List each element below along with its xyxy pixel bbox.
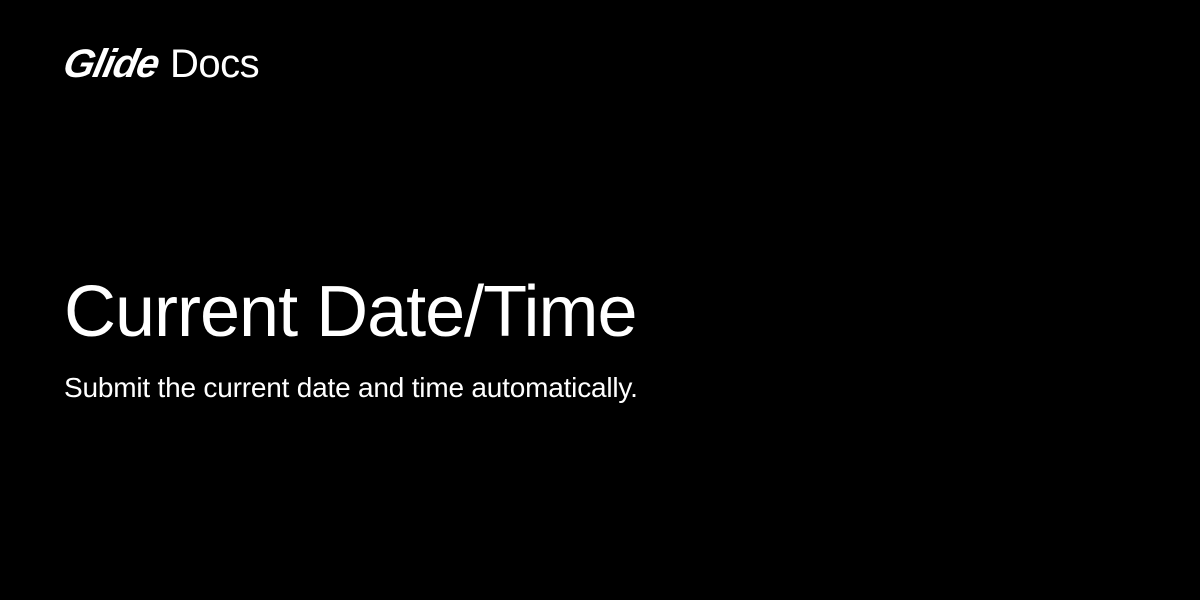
page-subtitle: Submit the current date and time automat…: [64, 369, 638, 407]
brand-suffix: Docs: [170, 42, 259, 87]
content-block: Current Date/Time Submit the current dat…: [64, 275, 638, 406]
header: Glide Docs: [64, 42, 259, 87]
page-title: Current Date/Time: [64, 275, 638, 351]
brand-logo: Glide: [59, 42, 163, 87]
